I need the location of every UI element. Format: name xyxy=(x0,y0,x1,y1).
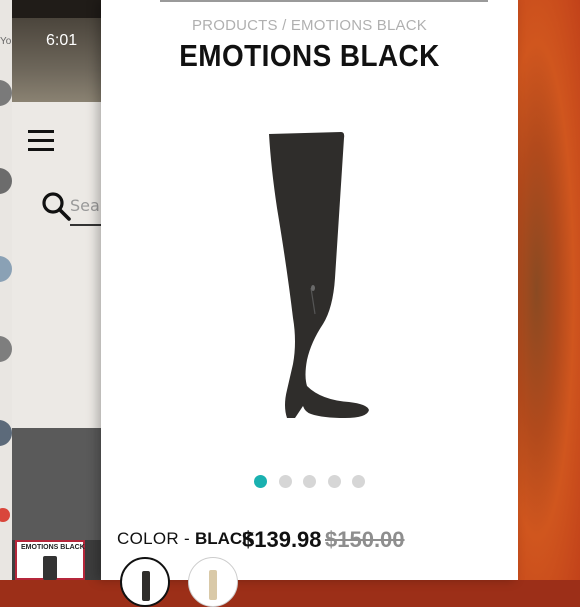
color-swatch-black[interactable] xyxy=(120,557,170,607)
boot-swatch-icon xyxy=(209,570,217,600)
avatar xyxy=(0,256,12,282)
app-switcher-strip: Yo xyxy=(0,0,12,580)
carousel-dot[interactable] xyxy=(278,475,292,488)
avatar xyxy=(0,80,12,106)
breadcrumb[interactable]: PRODUCTS / EMOTIONS BLACK xyxy=(101,17,518,34)
avatar xyxy=(0,420,12,446)
background-app-card[interactable]: 6:01 Search EMOTIONS BLACK xyxy=(12,0,102,580)
status-time: 6:01 xyxy=(46,32,78,49)
color-label: COLOR - xyxy=(117,529,195,548)
search-icon[interactable] xyxy=(40,190,74,224)
carousel-dot[interactable] xyxy=(327,475,341,488)
carousel-dot[interactable] xyxy=(254,475,267,488)
avatar xyxy=(0,336,12,362)
carousel-dot[interactable] xyxy=(303,475,316,488)
search-underline xyxy=(70,224,102,226)
boot-swatch-icon xyxy=(142,571,150,601)
product-card: PRODUCTS / EMOTIONS BLACK EMOTIONS BLACK… xyxy=(101,0,518,607)
search-input[interactable]: Search xyxy=(70,196,102,215)
color-swatch-other[interactable] xyxy=(188,557,238,607)
back-card-header xyxy=(12,0,102,18)
avatar xyxy=(0,168,12,194)
back-card-menu-area xyxy=(12,102,102,428)
page-title: EMOTIONS BLACK xyxy=(179,38,440,73)
carousel-dot[interactable] xyxy=(352,475,365,488)
image-carousel-dots[interactable] xyxy=(254,475,377,489)
color-selection: COLOR - BLACK xyxy=(117,529,254,549)
strip-text: Yo xyxy=(0,36,12,47)
product-thumbnail-card[interactable]: EMOTIONS BLACK xyxy=(15,540,85,580)
original-price: $150.00 xyxy=(325,527,405,552)
product-image-boot[interactable] xyxy=(249,128,379,424)
thumb-title: EMOTIONS BLACK xyxy=(21,544,85,551)
sale-badge xyxy=(0,508,10,522)
top-divider xyxy=(160,0,488,2)
boot-thumbnail-icon xyxy=(43,556,57,580)
video-thumbnail xyxy=(12,18,102,102)
sale-price: $139.98 xyxy=(242,527,322,552)
back-card-lower xyxy=(12,428,102,540)
wallpaper-background xyxy=(518,0,580,580)
hamburger-menu-icon[interactable] xyxy=(28,130,54,152)
